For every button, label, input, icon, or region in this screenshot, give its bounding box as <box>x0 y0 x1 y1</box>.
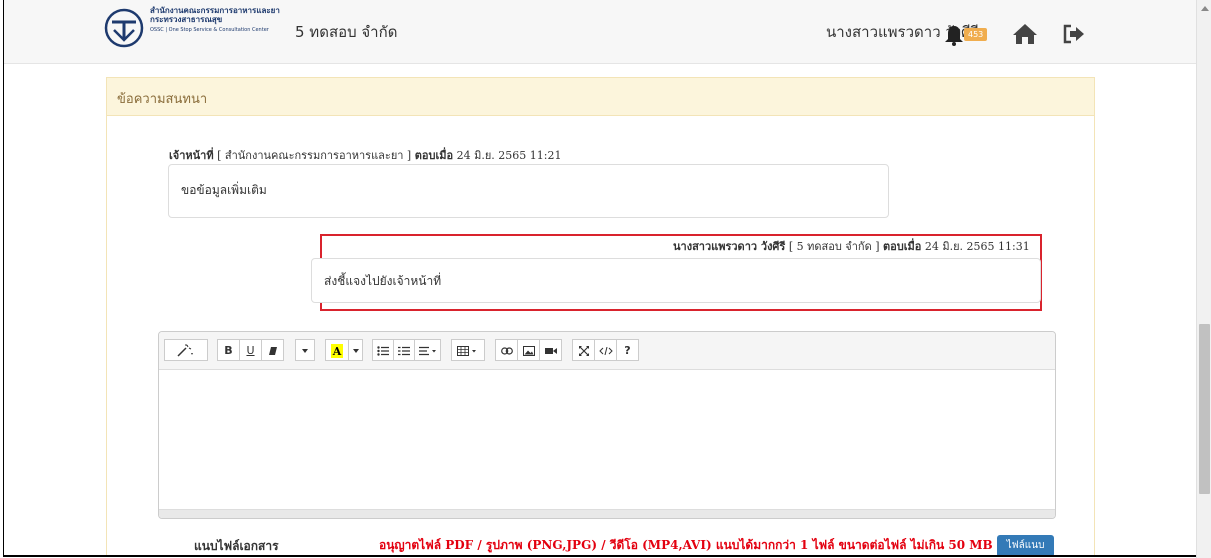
align-left-icon <box>418 346 436 356</box>
logout-icon[interactable] <box>1062 23 1086 45</box>
reply-editor: B U A ? <box>158 331 1056 519</box>
eraser-button[interactable] <box>261 339 284 361</box>
message-org: [ สำนักงานคณะกรรมการอาหารและยา ] <box>213 149 415 162</box>
message-text: ขอข้อมูลเพิ่มเติม <box>181 183 267 197</box>
message-meta-officer: เจ้าหน้าที่ [ สำนักงานคณะกรรมการอาหารและ… <box>169 146 561 164</box>
message-bubble-officer: ขอข้อมูลเพิ่มเติม <box>168 164 889 218</box>
image-icon <box>522 346 535 356</box>
ordered-list-button[interactable] <box>393 339 415 361</box>
color-dropdown-button[interactable] <box>348 339 363 361</box>
reply-label: ตอบเมื่อ <box>883 240 922 253</box>
magic-style-button[interactable] <box>164 339 208 361</box>
bell-icon[interactable] <box>944 24 964 46</box>
panel-header: ข้อความสนทนา <box>107 78 1094 116</box>
logo-line3: OSSC | One Stop Service & Consultation C… <box>150 27 269 33</box>
unordered-list-button[interactable] <box>372 339 394 361</box>
video-icon <box>544 348 557 354</box>
caret-down-icon <box>352 349 359 353</box>
scroll-up-arrow-icon[interactable] <box>1201 6 1209 11</box>
page-scrollbar[interactable] <box>1196 0 1211 558</box>
svg-text:A: A <box>332 345 342 358</box>
code-icon <box>598 346 613 356</box>
attach-file-button[interactable]: ไฟล์แนบ <box>997 535 1054 555</box>
numbered-list-icon <box>398 346 410 356</box>
bold-button[interactable]: B <box>217 339 240 361</box>
highlight-color-button[interactable]: A <box>325 339 349 361</box>
reply-label: ตอบเมื่อ <box>414 149 454 162</box>
eraser-icon <box>268 347 277 355</box>
bullet-list-icon <box>377 346 389 356</box>
home-icon[interactable] <box>1012 22 1038 46</box>
attachment-label: แนบไฟล์เอกสาร <box>194 539 279 553</box>
editor-toolbar: B U A ? <box>159 332 1055 370</box>
editor-content-area[interactable] <box>159 370 1055 510</box>
message-text: ส่งชี้แจงไปยังเจ้าหน้าที่ <box>324 274 442 288</box>
message-author: เจ้าหน้าที่ <box>169 149 214 162</box>
expand-icon <box>578 346 589 356</box>
text-color-icon: A <box>331 344 343 358</box>
table-button[interactable] <box>451 339 485 361</box>
logo-text: สำนักงานคณะกรรมการอาหารและยา กระทรวงสาธา… <box>150 6 280 35</box>
attachment-note: อนุญาตไฟล์ PDF / รูปภาพ (PNG,JPG) / วีดี… <box>379 538 993 552</box>
help-button[interactable]: ? <box>616 339 639 361</box>
message-datetime: 24 มิ.ย. 2565 11:31 <box>921 240 1030 253</box>
logo-line2: กระทรวงสาธารณสุข <box>150 15 223 24</box>
message-org: [ 5 ทดสอบ จำกัด ] <box>785 240 884 253</box>
fullscreen-button[interactable] <box>572 339 595 361</box>
video-button[interactable] <box>539 339 562 361</box>
code-view-button[interactable] <box>594 339 617 361</box>
message-meta-user: นางสาวแพรวดาว วังศีรี [ 5 ทดสอบ จำกัด ] … <box>673 237 1030 255</box>
paragraph-align-button[interactable] <box>414 339 441 361</box>
table-icon <box>457 346 476 356</box>
fda-logo-icon[interactable] <box>104 8 144 48</box>
link-icon <box>500 347 513 355</box>
top-navbar: สำนักงานคณะกรรมการอาหารและยา กระทรวงสาธา… <box>4 0 1197 64</box>
logo-line1: สำนักงานคณะกรรมการอาหารและยา <box>150 6 280 15</box>
link-button[interactable] <box>495 339 518 361</box>
message-author: นางสาวแพรวดาว วังศีรี <box>673 240 786 253</box>
notification-badge[interactable]: 453 <box>964 28 988 41</box>
company-name: 5 ทดสอบ จำกัด <box>295 23 398 41</box>
message-datetime: 24 มิ.ย. 2565 11:21 <box>453 149 562 162</box>
editor-resize-handle[interactable] <box>159 509 1055 518</box>
image-button[interactable] <box>517 339 540 361</box>
magic-wand-icon <box>177 344 193 357</box>
underline-button[interactable]: U <box>239 339 262 361</box>
caret-down-icon <box>302 349 308 353</box>
panel-title: ข้อความสนทนา <box>117 92 208 107</box>
scrollbar-thumb[interactable] <box>1199 324 1210 494</box>
message-bubble-user: ส่งชี้แจงไปยังเจ้าหน้าที่ <box>311 258 1041 303</box>
font-dropdown-button[interactable] <box>295 339 315 361</box>
browser-viewport: สำนักงานคณะกรรมการอาหารและยา กระทรวงสาธา… <box>3 0 1197 557</box>
